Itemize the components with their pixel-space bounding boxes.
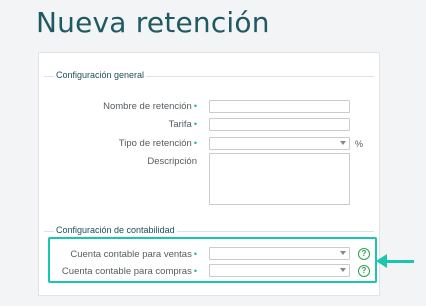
label-tarifa: Tarifa • [168,119,197,130]
section-title-contabilidad: Configuración de contabilidad [54,225,177,235]
pointer-arrow-icon [376,254,387,268]
required-marker: • [193,138,197,148]
descripcion-textarea[interactable] [209,153,350,205]
percent-suffix: % [355,139,364,149]
required-marker: • [193,119,197,129]
label-tipo-retencion: Tipo de retención • [118,138,197,149]
chevron-down-icon [340,141,346,145]
label-nombre-retencion: Nombre de retención • [103,101,197,112]
label-descripcion: Descripción [147,156,197,167]
page-title: Nueva retención [36,6,270,39]
accounting-fields-highlight [48,237,377,283]
tipo-retencion-select[interactable] [209,137,350,150]
pointer-arrow-line [386,260,414,263]
required-marker: • [193,101,197,111]
tarifa-input[interactable] [209,118,350,131]
section-title-general: Configuración general [54,70,147,80]
nombre-retencion-input[interactable] [209,100,350,113]
